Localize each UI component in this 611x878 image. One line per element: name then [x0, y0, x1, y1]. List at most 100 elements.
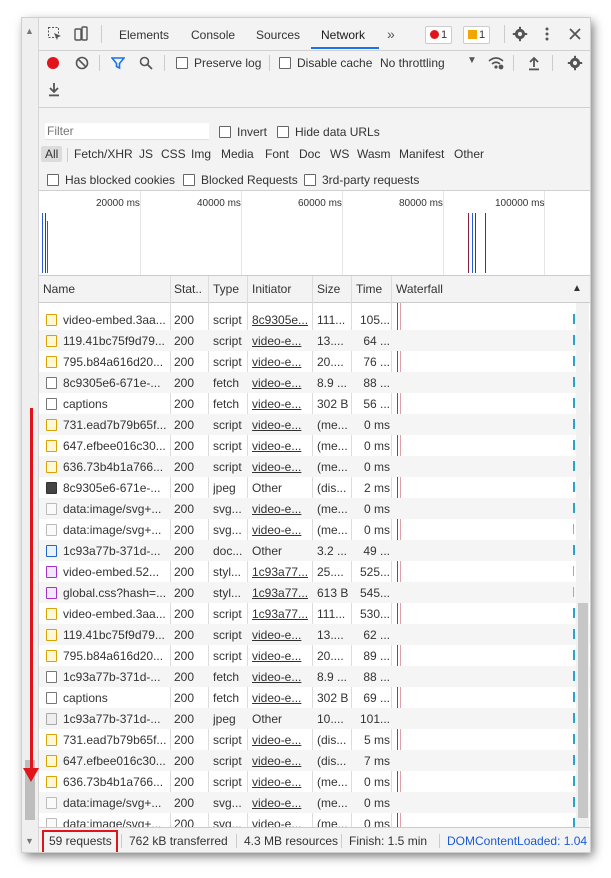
- search-icon[interactable]: [139, 56, 153, 70]
- cell-initiator[interactable]: video-e...: [252, 376, 310, 390]
- warning-count-badge[interactable]: 1: [463, 26, 491, 44]
- filter-input[interactable]: [45, 123, 209, 140]
- column-header-type[interactable]: Type: [213, 282, 239, 296]
- table-row[interactable]: 8c9305e6-671e-... 200 jpeg Other (dis... 2 ms: [39, 477, 590, 498]
- cell-initiator[interactable]: video-e...: [252, 502, 310, 516]
- network-overview-timeline[interactable]: 20000 ms 40000 ms 60000 ms 80000 ms 1000…: [39, 191, 590, 276]
- table-row[interactable]: video-embed.3aa... 200 script 8c9305e... 111…: [39, 309, 590, 330]
- throttling-dropdown-icon[interactable]: ▼: [467, 55, 477, 66]
- sort-ascending-icon[interactable]: ▲: [572, 283, 582, 294]
- cell-initiator[interactable]: video-e...: [252, 817, 310, 827]
- table-row[interactable]: 795.b84a616d20... 200 script video-e... 20..…: [39, 645, 590, 666]
- cell-initiator[interactable]: video-e...: [252, 460, 310, 474]
- hide-data-urls-checkbox[interactable]: [277, 126, 289, 138]
- cell-initiator[interactable]: video-e...: [252, 691, 310, 705]
- table-row[interactable]: 647.efbee016c30... 200 script video-e... (di…: [39, 750, 590, 771]
- cell-initiator[interactable]: video-e...: [252, 796, 310, 810]
- filter-type-fetch-xhr[interactable]: Fetch/XHR: [74, 147, 133, 161]
- table-row[interactable]: captions 200 fetch video-e... 302 B 69 ...: [39, 687, 590, 708]
- cell-initiator[interactable]: video-e...: [252, 775, 310, 789]
- disable-cache-checkbox[interactable]: [279, 57, 291, 69]
- cell-initiator[interactable]: video-e...: [252, 670, 310, 684]
- table-row[interactable]: 647.efbee016c30... 200 script video-e... (me…: [39, 435, 590, 456]
- tab-console[interactable]: Console: [191, 28, 235, 42]
- filter-type-img[interactable]: Img: [191, 147, 211, 161]
- cell-initiator[interactable]: video-e...: [252, 439, 310, 453]
- cell-initiator[interactable]: 1c93a77...: [252, 586, 310, 600]
- table-row[interactable]: 1c93a77b-371d-... 200 fetch video-e... 8.9 .…: [39, 666, 590, 687]
- table-row[interactable]: 636.73b4b1a766... 200 script video-e... (me.…: [39, 456, 590, 477]
- tab-network[interactable]: Network: [321, 28, 365, 42]
- blocked-requests-checkbox[interactable]: [183, 174, 195, 186]
- table-row[interactable]: data:image/svg+... 200 svg... video-e... (me…: [39, 519, 590, 540]
- filter-type-css[interactable]: CSS: [161, 147, 186, 161]
- filter-type-js[interactable]: JS: [139, 147, 153, 161]
- table-row[interactable]: data:image/svg+... 200 svg... video-e... (me…: [39, 792, 590, 813]
- cell-initiator[interactable]: 8c9305e...: [252, 313, 310, 327]
- filter-type-media[interactable]: Media: [221, 147, 254, 161]
- more-tabs-button[interactable]: »: [387, 26, 395, 42]
- filter-type-all[interactable]: All: [41, 146, 63, 162]
- column-header-size[interactable]: Size: [317, 282, 340, 296]
- cell-initiator[interactable]: video-e...: [252, 733, 310, 747]
- table-row[interactable]: 636.73b4b1a766... 200 script video-e... (me.…: [39, 771, 590, 792]
- filter-funnel-icon[interactable]: [111, 56, 125, 70]
- table-scrollbar[interactable]: [576, 303, 589, 827]
- cell-initiator[interactable]: 1c93a77...: [252, 607, 310, 621]
- column-header-initiator[interactable]: Initiator: [252, 282, 291, 296]
- filter-type-doc[interactable]: Doc: [299, 147, 320, 161]
- table-row[interactable]: video-embed.52... 200 styl... 1c93a77... 25.…: [39, 561, 590, 582]
- cell-initiator[interactable]: video-e...: [252, 628, 310, 642]
- table-row[interactable]: 731.ead7b79b65f... 200 script video-e... (di…: [39, 729, 590, 750]
- filter-type-font[interactable]: Font: [265, 147, 289, 161]
- network-conditions-icon[interactable]: [487, 55, 505, 71]
- table-row[interactable]: video-embed.3aa... 200 script 1c93a77... 111…: [39, 603, 590, 624]
- record-icon[interactable]: [47, 57, 59, 69]
- cell-initiator[interactable]: video-e...: [252, 334, 310, 348]
- third-party-requests-checkbox[interactable]: [304, 174, 316, 186]
- close-icon[interactable]: [567, 26, 583, 42]
- table-scrollbar-thumb[interactable]: [578, 603, 588, 818]
- column-header-time[interactable]: Time: [356, 282, 382, 296]
- cell-initiator[interactable]: video-e...: [252, 397, 310, 411]
- table-row[interactable]: 795.b84a616d20... 200 script video-e... 20..…: [39, 351, 590, 372]
- column-header-status[interactable]: Stat..: [174, 282, 202, 296]
- column-header-waterfall[interactable]: Waterfall: [396, 282, 443, 296]
- table-row[interactable]: captions 200 fetch video-e... 302 B 56 ...: [39, 393, 590, 414]
- invert-checkbox[interactable]: [219, 126, 231, 138]
- device-toolbar-icon[interactable]: [73, 26, 89, 42]
- table-row[interactable]: 731.ead7b79b65f... 200 script video-e... (me…: [39, 414, 590, 435]
- table-row[interactable]: data:image/svg+... 200 svg... video-e... (me…: [39, 813, 590, 827]
- filter-type-manifest[interactable]: Manifest: [399, 147, 444, 161]
- cell-initiator[interactable]: 1c93a77...: [252, 565, 310, 579]
- filter-type-other[interactable]: Other: [454, 147, 484, 161]
- tab-sources[interactable]: Sources: [256, 28, 300, 42]
- table-row[interactable]: 119.41bc75f9d79... 200 script video-e... 13.…: [39, 330, 590, 351]
- filter-type-ws[interactable]: WS: [330, 147, 349, 161]
- request-table-body[interactable]: video-embed.3aa... 200 script 8c9305e... 111…: [39, 303, 590, 827]
- export-har-icon[interactable]: [47, 81, 61, 97]
- cell-initiator[interactable]: video-e...: [252, 523, 310, 537]
- settings-gear-icon[interactable]: [512, 26, 528, 42]
- throttling-select[interactable]: No throttling: [380, 56, 445, 70]
- table-row[interactable]: 119.41bc75f9d79... 200 script video-e... 13.…: [39, 624, 590, 645]
- import-har-icon[interactable]: [527, 55, 541, 71]
- clear-icon[interactable]: [75, 56, 89, 70]
- table-row[interactable]: data:image/svg+... 200 svg... video-e... (me…: [39, 498, 590, 519]
- preserve-log-checkbox[interactable]: [176, 57, 188, 69]
- table-row[interactable]: 1c93a77b-371d-... 200 jpeg Other 10.... 101..…: [39, 708, 590, 729]
- network-settings-gear-icon[interactable]: [567, 55, 583, 71]
- table-row[interactable]: global.css?hash=... 200 styl... 1c93a77... 6…: [39, 582, 590, 603]
- cell-initiator[interactable]: video-e...: [252, 649, 310, 663]
- filter-type-wasm[interactable]: Wasm: [357, 147, 391, 161]
- table-row[interactable]: 1c93a77b-371d-... 200 doc... Other 3.2 ... 49…: [39, 540, 590, 561]
- cell-initiator[interactable]: video-e...: [252, 754, 310, 768]
- has-blocked-cookies-checkbox[interactable]: [47, 174, 59, 186]
- scroll-up-icon[interactable]: ▲: [25, 26, 34, 36]
- error-count-badge[interactable]: 1: [425, 26, 453, 44]
- cell-initiator[interactable]: video-e...: [252, 355, 310, 369]
- cell-initiator[interactable]: video-e...: [252, 418, 310, 432]
- scroll-down-icon[interactable]: ▼: [25, 836, 34, 846]
- column-header-name[interactable]: Name: [43, 282, 75, 296]
- inspect-element-icon[interactable]: [47, 26, 63, 42]
